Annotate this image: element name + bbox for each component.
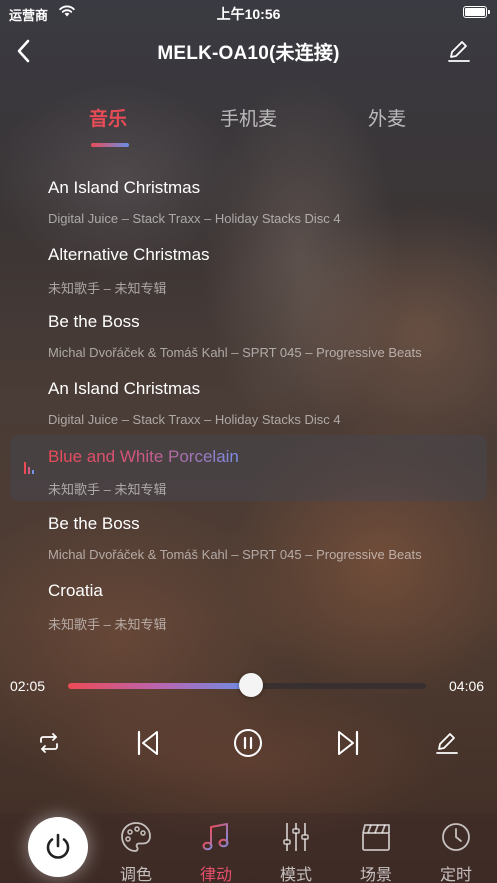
power-button[interactable] [28, 817, 88, 877]
tab-mode[interactable]: 模式 [266, 818, 326, 883]
tab-label: 律动 [199, 867, 232, 883]
palette-icon [121, 822, 151, 852]
now-playing-icon [24, 462, 34, 474]
pencil-icon [448, 41, 470, 62]
song-title: An Island Christmas [48, 379, 201, 398]
song-item[interactable]: Be the Boss Michal Dvořáček & Tomáš Kahl… [10, 510, 487, 572]
previous-button[interactable] [131, 726, 165, 760]
battery-icon [463, 6, 490, 18]
song-subtitle: Digital Juice – Stack Traxx – Holiday St… [48, 211, 341, 226]
song-title: Be the Boss [48, 514, 140, 533]
tab-rhythm[interactable]: 律动 [186, 818, 246, 883]
tab-external-mic[interactable]: 外麦 [368, 104, 406, 131]
song-item[interactable]: An Island Christmas Digital Juice – Stac… [10, 375, 487, 437]
edit-button[interactable] [447, 38, 471, 64]
active-tab-indicator [91, 143, 129, 147]
tab-label: 调色 [119, 867, 152, 883]
song-title: Alternative Christmas [48, 245, 210, 264]
music-note-icon [202, 823, 229, 851]
clock-icon [442, 823, 470, 851]
song-item[interactable]: Croatia 未知歌手 – 未知专辑 [10, 577, 487, 639]
tab-scene[interactable]: 场景 [346, 818, 406, 883]
song-title: Be the Boss [48, 312, 140, 331]
tab-music[interactable]: 音乐 [89, 104, 127, 131]
progress-thumb[interactable] [238, 673, 263, 697]
next-button[interactable] [331, 726, 365, 760]
tab-label: 定时 [439, 867, 472, 883]
equalizer-icon [283, 823, 309, 851]
song-subtitle: 未知歌手 – 未知专辑 [48, 281, 167, 296]
status-bar: 运营商 上午10:56 [0, 0, 497, 24]
skip-next-icon [338, 730, 359, 756]
song-item[interactable]: Alternative Christmas 未知歌手 – 未知专辑 [10, 241, 487, 303]
tab-label: 模式 [279, 867, 312, 883]
song-title: An Island Christmas [48, 178, 201, 197]
song-subtitle: 未知歌手 – 未知专辑 [48, 482, 167, 497]
power-icon [46, 833, 70, 859]
song-subtitle: 未知歌手 – 未知专辑 [48, 617, 167, 632]
clapperboard-icon [362, 824, 390, 851]
tab-label: 场景 [359, 867, 392, 883]
repeat-button[interactable] [32, 726, 66, 760]
song-subtitle: Digital Juice – Stack Traxx – Holiday St… [48, 412, 341, 427]
skip-previous-icon [137, 730, 158, 756]
tab-color[interactable]: 调色 [106, 818, 166, 883]
total-time: 04:06 [449, 678, 485, 694]
tab-phone-mic[interactable]: 手机麦 [220, 104, 277, 131]
song-title: Croatia [48, 581, 103, 600]
playlist-edit-button[interactable] [430, 726, 464, 760]
pause-icon [234, 729, 262, 757]
progress-fill [68, 683, 251, 689]
song-item[interactable]: Be the Boss Michal Dvořáček & Tomáš Kahl… [10, 308, 487, 370]
song-subtitle: Michal Dvořáček & Tomáš Kahl – SPRT 045 … [48, 547, 422, 562]
song-title: Blue and White Porcelain [48, 447, 239, 466]
song-item[interactable]: An Island Christmas Digital Juice – Stac… [10, 174, 487, 236]
song-item-playing[interactable]: Blue and White Porcelain 未知歌手 – 未知专辑 [10, 435, 487, 501]
repeat-icon [40, 733, 58, 753]
pencil-icon [436, 733, 458, 754]
status-clock: 上午10:56 [216, 6, 281, 22]
current-time: 02:05 [10, 678, 46, 694]
song-subtitle: Michal Dvořáček & Tomáš Kahl – SPRT 045 … [48, 345, 422, 360]
pause-button[interactable] [231, 726, 265, 760]
tab-timer[interactable]: 定时 [426, 818, 486, 883]
page-title: MELK-OA10(未连接) [157, 43, 340, 64]
